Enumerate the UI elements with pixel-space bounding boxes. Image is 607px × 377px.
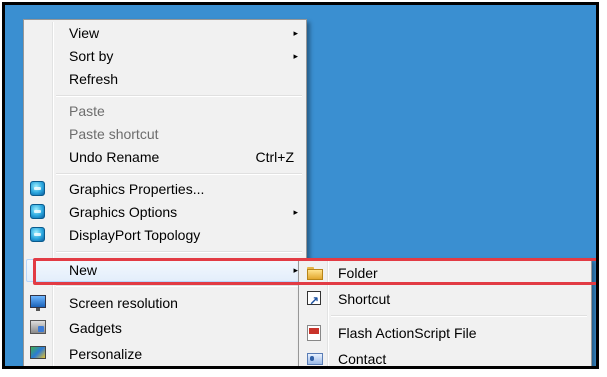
shortcut-key-label: Ctrl+Z: [255, 149, 295, 165]
intel-graphics-icon: [30, 227, 45, 242]
menu-item-label: Paste shortcut: [69, 126, 159, 142]
menu-item-label: Graphics Options: [69, 204, 178, 220]
intel-graphics-icon: [30, 204, 45, 219]
menu-item-graphics-options[interactable]: Graphics Options ▸: [26, 201, 304, 224]
submenu-arrow-icon: ▸: [293, 51, 298, 61]
desktop-background[interactable]: View ▸ Sort by ▸ Refresh Paste Paste sho…: [2, 2, 599, 369]
submenu-item-shortcut[interactable]: Shortcut: [301, 286, 589, 314]
submenu-item-flash-actionscript-file[interactable]: Flash ActionScript File: [301, 320, 589, 346]
menu-item-paste: Paste: [26, 100, 304, 123]
menu-separator: [56, 173, 302, 175]
menu-separator: [56, 95, 302, 97]
menu-item-label: View: [69, 25, 100, 41]
intel-graphics-icon: [30, 181, 45, 196]
menu-item-screen-resolution[interactable]: Screen resolution: [26, 292, 304, 315]
highlight-annotation-box: [33, 258, 596, 285]
monitor-icon: [30, 295, 46, 311]
menu-item-graphics-properties[interactable]: Graphics Properties...: [26, 178, 304, 201]
shortcut-icon: [307, 288, 321, 314]
menu-separator: [331, 315, 587, 317]
submenu-item-label: Shortcut: [338, 291, 391, 307]
menu-item-personalize[interactable]: Personalize: [26, 343, 304, 366]
menu-item-label: Sort by: [69, 48, 114, 64]
menu-item-gadgets[interactable]: Gadgets: [26, 317, 304, 340]
desktop-context-menu: View ▸ Sort by ▸ Refresh Paste Paste sho…: [23, 19, 307, 366]
menu-item-label: Paste: [69, 103, 105, 119]
menu-item-label: Personalize: [69, 346, 143, 362]
menu-item-label: Refresh: [69, 71, 119, 87]
submenu-arrow-icon: ▸: [293, 28, 298, 38]
flash-file-icon: [307, 325, 321, 341]
submenu-arrow-icon: ▸: [293, 207, 298, 217]
contact-icon: [307, 353, 323, 365]
menu-item-sort-by[interactable]: Sort by ▸: [26, 45, 304, 68]
menu-item-label: Gadgets: [69, 320, 122, 336]
menu-item-paste-shortcut: Paste shortcut: [26, 123, 304, 146]
menu-item-displayport-topology[interactable]: DisplayPort Topology: [26, 224, 304, 247]
submenu-item-label: Contact: [338, 351, 387, 367]
menu-separator: [56, 285, 302, 287]
menu-separator: [56, 251, 302, 253]
menu-item-refresh[interactable]: Refresh: [26, 68, 304, 91]
menu-item-label: Graphics Properties...: [69, 181, 205, 197]
submenu-item-contact[interactable]: Contact: [301, 346, 589, 367]
menu-item-label: Screen resolution: [69, 295, 178, 311]
menu-item-view[interactable]: View ▸: [26, 22, 304, 45]
menu-item-label: DisplayPort Topology: [69, 227, 201, 243]
menu-item-undo-rename[interactable]: Undo Rename Ctrl+Z: [26, 146, 304, 169]
submenu-item-label: Flash ActionScript File: [338, 325, 477, 341]
personalize-icon: [30, 346, 46, 359]
menu-item-label: Undo Rename: [69, 149, 160, 165]
gadgets-icon: [30, 320, 46, 334]
